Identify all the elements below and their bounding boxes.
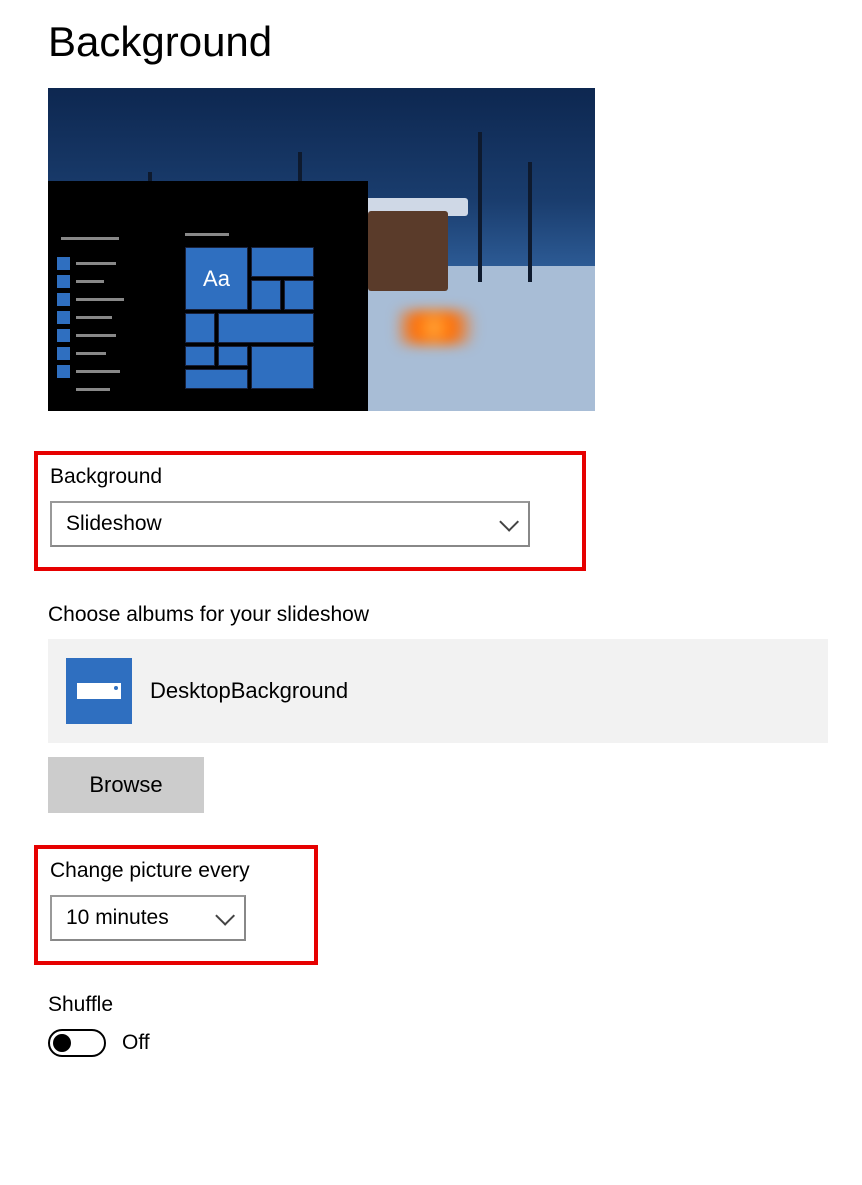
background-type-group-highlight: Background Slideshow [34, 451, 586, 571]
shuffle-label: Shuffle [48, 993, 862, 1017]
change-interval-group-highlight: Change picture every 10 minutes [34, 845, 318, 965]
browse-button[interactable]: Browse [48, 757, 204, 813]
chevron-down-icon [215, 906, 235, 926]
change-interval-dropdown[interactable]: 10 minutes [50, 895, 246, 941]
shuffle-state: Off [122, 1031, 150, 1055]
shuffle-toggle[interactable] [48, 1029, 106, 1057]
background-type-dropdown[interactable]: Slideshow [50, 501, 530, 547]
background-type-label: Background [50, 465, 570, 489]
page-title: Background [48, 18, 862, 66]
album-name: DesktopBackground [150, 678, 348, 704]
choose-albums-label: Choose albums for your slideshow [48, 603, 862, 627]
background-type-value: Slideshow [66, 512, 162, 536]
change-interval-value: 10 minutes [66, 906, 169, 930]
change-interval-label: Change picture every [50, 859, 302, 883]
toggle-knob [53, 1034, 71, 1052]
chevron-down-icon [499, 512, 519, 532]
folder-icon [66, 658, 132, 724]
preview-tile-sample-text: Aa [185, 247, 248, 310]
album-item[interactable]: DesktopBackground [48, 639, 828, 743]
desktop-preview: Aa [48, 88, 595, 411]
